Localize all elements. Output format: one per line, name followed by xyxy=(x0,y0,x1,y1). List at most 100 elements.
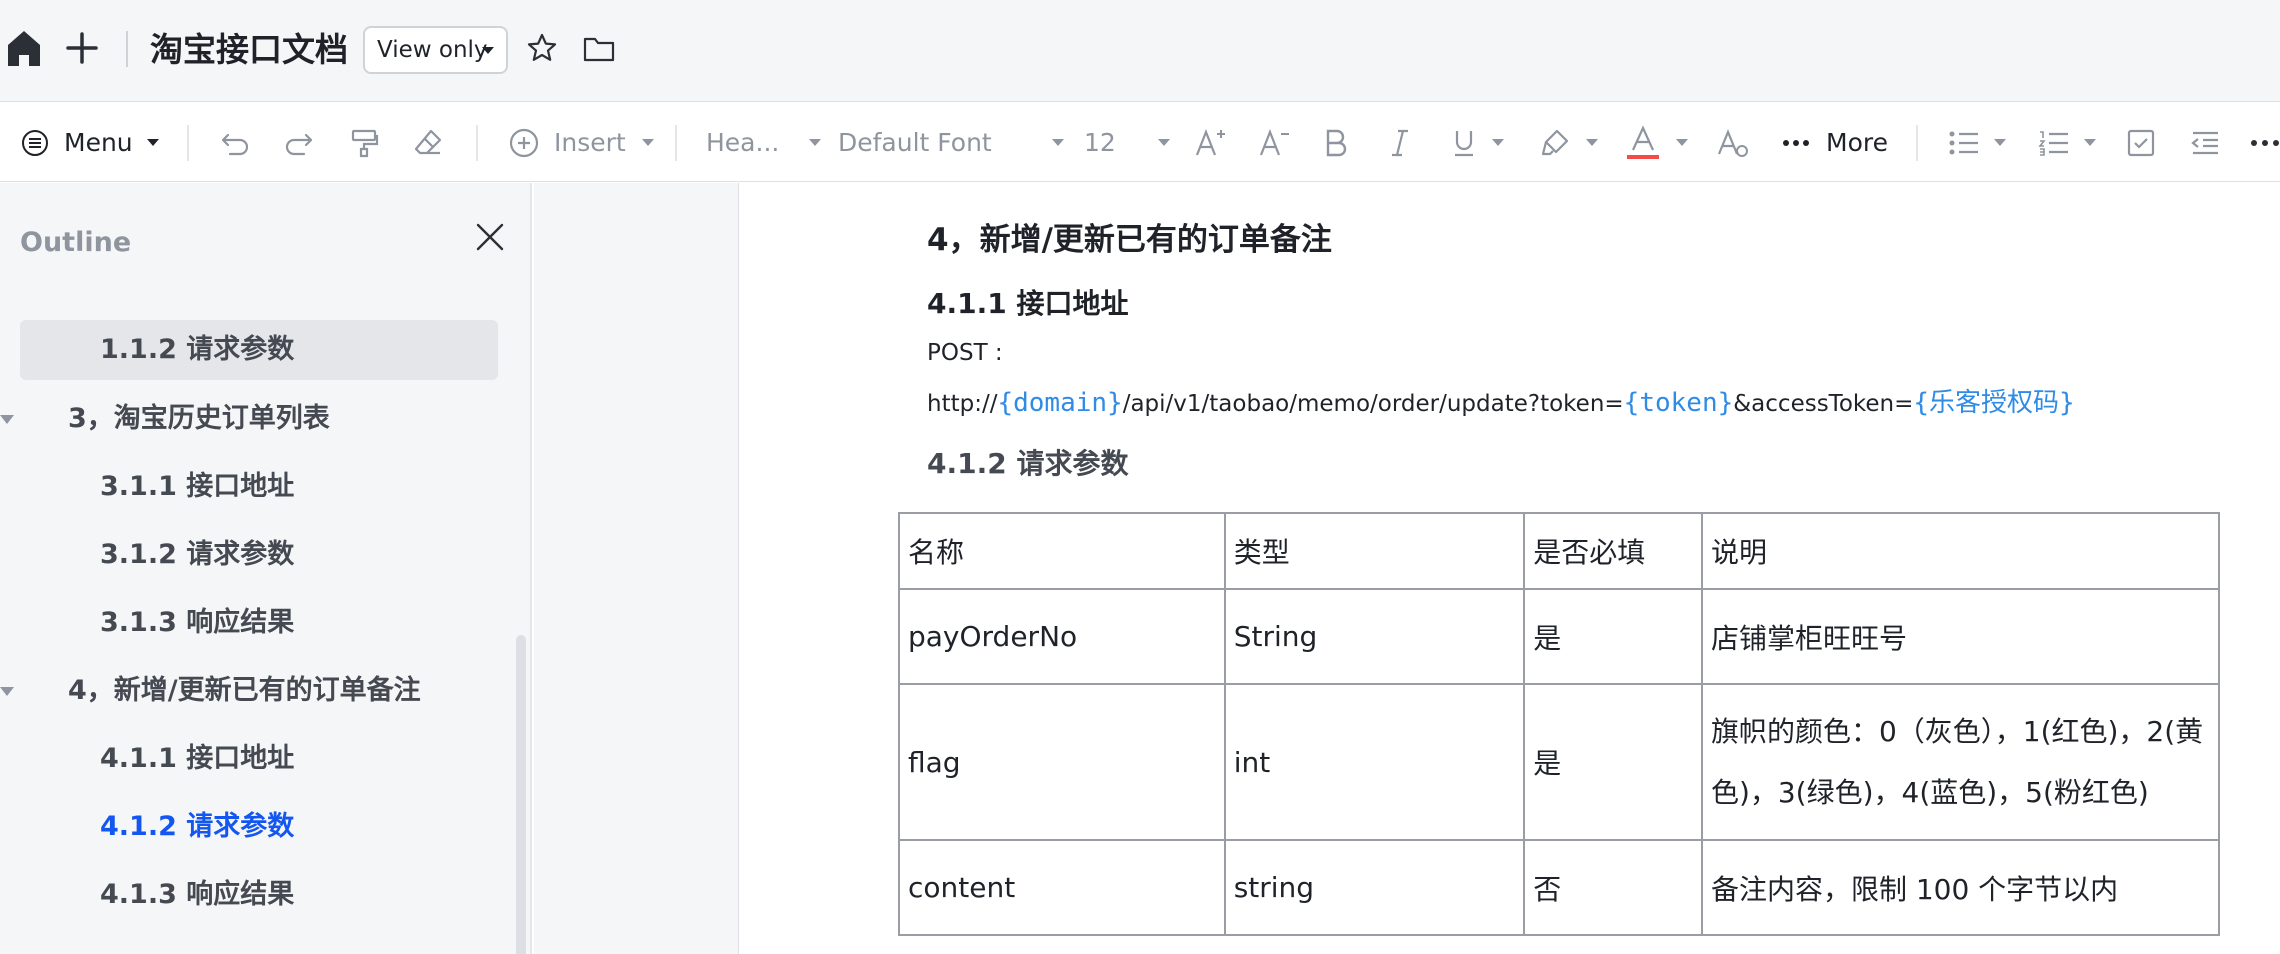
table-header-row: 名称 类型 是否必填 说明 xyxy=(898,512,2221,590)
menu-button[interactable]: Menu xyxy=(20,103,159,182)
table-header-cell: 类型 xyxy=(1223,512,1526,590)
outline-item[interactable]: 1.1.2 请求参数 xyxy=(20,320,498,380)
http-method: POST : xyxy=(927,340,1003,366)
outline-item[interactable]: 4.1.1 接口地址 xyxy=(0,729,510,789)
font-size-label: 12 xyxy=(1084,128,1116,157)
outline-item-label: 4.1.2 请求参数 xyxy=(100,811,295,842)
outline-item[interactable]: 3.1.3 响应结果 xyxy=(0,593,510,653)
outline-item-label: 3，淘宝历史订单列表 xyxy=(68,403,330,434)
chevron-down-icon xyxy=(1676,139,1688,146)
underline-button[interactable] xyxy=(1450,103,1504,182)
home-icon[interactable] xyxy=(6,28,42,68)
table-header-cell: 是否必填 xyxy=(1523,512,1703,590)
highlight-button[interactable] xyxy=(1540,103,1598,182)
collapse-triangle-icon[interactable] xyxy=(0,687,14,696)
table-cell: 旗帜的颜色：0（灰色），1(红色)，2(黄色)，3(绿色)，4(蓝色)，5(粉红… xyxy=(1700,683,2221,841)
insert-button[interactable]: Insert xyxy=(508,103,654,182)
insert-label: Insert xyxy=(554,128,626,157)
text-color-button[interactable] xyxy=(1626,103,1688,182)
bold-icon[interactable] xyxy=(1322,103,1350,182)
numbered-list-icon xyxy=(2038,130,2068,156)
folder-icon[interactable] xyxy=(582,34,616,64)
chevron-down-icon xyxy=(1586,139,1598,146)
url-auth-placeholder: {乐客授权码} xyxy=(1913,388,2075,418)
doc-title[interactable]: 淘宝接口文档 xyxy=(150,28,348,72)
outline-item-label: 3.1.2 请求参数 xyxy=(100,539,295,570)
url-prefix: http:// xyxy=(927,391,998,417)
italic-icon[interactable] xyxy=(1386,103,1414,182)
table-cell: 备注内容，限制 100 个字节以内 xyxy=(1700,839,2221,936)
bullet-list-button[interactable] xyxy=(1948,103,2006,182)
outline-item-label: 4，新增/更新已有的订单备注 xyxy=(68,675,421,706)
table-cell: 是 xyxy=(1523,683,1703,841)
overflow-icon[interactable] xyxy=(2250,103,2280,182)
more-button[interactable]: More xyxy=(1782,103,1888,182)
table-cell: content xyxy=(898,839,1226,936)
outline-item-selected[interactable]: 4.1.2 请求参数 xyxy=(0,797,510,857)
table-header-cell: 名称 xyxy=(898,512,1226,590)
eraser-icon[interactable] xyxy=(412,103,444,182)
chevron-down-icon xyxy=(809,139,822,146)
font-dropdown[interactable]: Default Font xyxy=(838,103,1064,182)
table-cell: 否 xyxy=(1523,839,1703,936)
heading-label: Hea... xyxy=(706,128,780,157)
highlight-icon xyxy=(1541,129,1569,155)
title-divider xyxy=(126,31,128,67)
outline-item-label: 3.1.3 响应结果 xyxy=(100,607,295,638)
close-icon[interactable] xyxy=(474,221,506,253)
table-header-cell: 说明 xyxy=(1700,512,2221,590)
chevron-down-icon xyxy=(1994,139,2006,146)
outline-item-label: 1.1.2 请求参数 xyxy=(100,334,295,365)
format-painter-icon[interactable] xyxy=(348,103,380,182)
decrease-font-icon[interactable] xyxy=(1258,103,1292,182)
outline-panel: Outline 1.1.2 请求参数 3，淘宝历史订单列表 3.1.1 接口地址… xyxy=(0,183,532,954)
permission-dropdown[interactable]: View only xyxy=(363,26,508,74)
table-cell: 是 xyxy=(1523,588,1703,685)
font-size-dropdown[interactable]: 12 xyxy=(1084,103,1170,182)
menu-label: Menu xyxy=(64,128,133,157)
toolbar-divider xyxy=(1916,125,1918,161)
plus-icon[interactable] xyxy=(64,30,100,66)
font-label: Default Font xyxy=(838,128,992,157)
outline-item[interactable]: 3，淘宝历史订单列表 xyxy=(0,389,510,449)
outline-item[interactable]: 4.1.3 响应结果 xyxy=(0,865,510,925)
table-row: content string 否 备注内容，限制 100 个字节以内 xyxy=(898,839,2221,936)
toolbar-divider xyxy=(476,125,478,161)
clear-style-icon[interactable] xyxy=(1716,103,1750,182)
table-cell: payOrderNo xyxy=(898,588,1226,685)
table-row: payOrderNo String 是 店铺掌柜旺旺号 xyxy=(898,588,2221,685)
outline-item[interactable]: 3.1.2 请求参数 xyxy=(0,525,510,585)
outline-title: Outline xyxy=(20,227,132,258)
table-cell: string xyxy=(1223,839,1526,936)
chevron-down-icon xyxy=(146,139,159,146)
outline-item-label: 4.1.1 接口地址 xyxy=(100,743,295,774)
outdent-icon[interactable] xyxy=(2190,103,2220,182)
table-cell: 店铺掌柜旺旺号 xyxy=(1700,588,2221,685)
title-bar: 淘宝接口文档 View only xyxy=(0,0,2280,102)
chevron-down-icon xyxy=(1157,139,1170,146)
outline-item[interactable]: 3.1.1 接口地址 xyxy=(0,457,510,517)
chevron-down-icon xyxy=(1492,139,1504,146)
chevron-down-icon xyxy=(1051,139,1064,146)
numbered-list-button[interactable] xyxy=(2038,103,2096,182)
redo-icon[interactable] xyxy=(282,103,316,182)
increase-font-icon[interactable] xyxy=(1194,103,1228,182)
editor-toolbar: Menu Insert Hea... Default Font 12 More xyxy=(0,103,2280,182)
chevron-down-icon xyxy=(2084,139,2096,146)
outline-item-label: 3.1.1 接口地址 xyxy=(100,471,295,502)
heading-dropdown[interactable]: Hea... xyxy=(706,103,822,182)
outline-item-label: 4.1.3 响应结果 xyxy=(100,879,295,910)
collapse-triangle-icon[interactable] xyxy=(0,415,14,424)
checklist-icon[interactable] xyxy=(2126,103,2156,182)
outline-scrollbar[interactable] xyxy=(516,635,526,954)
undo-icon[interactable] xyxy=(218,103,252,182)
table-cell: String xyxy=(1223,588,1526,685)
insert-plus-icon xyxy=(509,128,539,157)
url-token-placeholder: {token} xyxy=(1623,388,1734,418)
star-icon[interactable] xyxy=(526,32,558,64)
outline-item[interactable]: 4，新增/更新已有的订单备注 xyxy=(0,661,510,721)
chevron-down-icon xyxy=(641,139,654,146)
subsection-heading: 4.1.2 请求参数 xyxy=(927,447,1129,480)
toolbar-divider xyxy=(675,125,677,161)
api-url: http://{domain}/api/v1/taobao/memo/order… xyxy=(927,382,2075,419)
